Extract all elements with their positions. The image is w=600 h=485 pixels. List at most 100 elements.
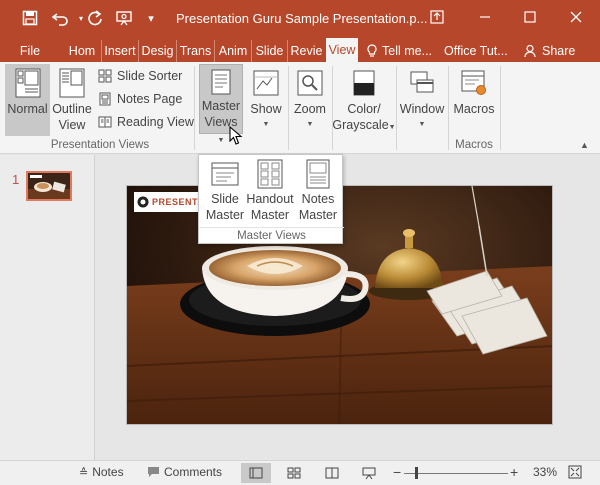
reading-view-button[interactable]: Reading View (98, 115, 194, 129)
tab-home[interactable]: Hom (64, 40, 100, 62)
notes-page-icon (99, 92, 111, 106)
master-views-label-1: Master (201, 99, 241, 113)
chevron-down-icon: ▼ (217, 137, 225, 144)
tab-insert[interactable]: Insert (101, 40, 138, 62)
slide-master-label-1: Slide (211, 192, 239, 206)
minimize-icon[interactable] (470, 4, 500, 30)
slide-show-status-button[interactable] (354, 463, 384, 483)
slide-master-icon (211, 162, 239, 186)
present-icon[interactable] (113, 7, 135, 29)
tab-transitions[interactable]: Trans (176, 40, 214, 62)
group-separator (194, 66, 195, 150)
master-views-dropdown: Slide Master Handout Master Notes Master… (198, 154, 344, 244)
macros-button[interactable]: Macros (450, 64, 498, 117)
group-separator (288, 66, 289, 150)
normal-view-status-button[interactable] (241, 463, 271, 483)
reading-view-label: Reading View (117, 115, 194, 129)
notes-master-label-1: Notes (301, 192, 335, 206)
collapse-ribbon-icon[interactable]: ▲ (580, 140, 589, 150)
notes-master-icon (306, 159, 330, 189)
outline-view-label-2: View (58, 118, 86, 132)
fit-to-window-button[interactable] (568, 465, 582, 479)
handout-master-icon (257, 159, 283, 189)
chevron-down-icon: ▼ (262, 121, 270, 128)
notes-icon: ≙ (79, 466, 89, 479)
window-icon (407, 67, 437, 99)
window-label: Window (399, 102, 445, 116)
zoom-icon (295, 67, 325, 99)
zoom-button[interactable]: Zoom ▼ (292, 64, 328, 133)
slide-master-button[interactable]: Slide Master (202, 159, 248, 223)
slide-sorter-button[interactable]: Slide Sorter (98, 69, 182, 83)
chevron-down-icon: ▼ (306, 121, 314, 128)
reading-view-status-icon (325, 467, 339, 479)
tab-file[interactable]: File (12, 40, 48, 62)
slide-logo-text: PRESENTA (152, 197, 205, 207)
close-icon[interactable] (561, 4, 591, 30)
normal-view-button[interactable]: Normal (5, 64, 50, 136)
tab-slide-show[interactable]: Slide (251, 40, 287, 62)
zoom-slider-thumb[interactable] (415, 467, 418, 479)
window-title: Presentation Guru Sample Presentation.p.… (176, 11, 428, 26)
master-views-button[interactable]: Master Views ▼ (199, 64, 243, 144)
save-icon[interactable] (19, 7, 41, 29)
outline-view-label-1: Outline (52, 102, 92, 116)
outline-view-button[interactable]: Outline View (50, 64, 94, 133)
show-label: Show (250, 102, 282, 116)
slide-sorter-status-button[interactable] (279, 463, 309, 483)
notes-label: Notes (92, 465, 124, 479)
normal-view-icon (13, 67, 43, 99)
normal-view-label: Normal (7, 102, 48, 116)
slide-master-label-2: Master (205, 208, 245, 222)
status-bar: ≙ Notes Comments − + 33% (0, 460, 600, 485)
tab-office-tutorials[interactable]: Office Tut... (444, 40, 516, 62)
group-separator (448, 66, 449, 150)
show-button[interactable]: Show ▼ (246, 64, 286, 133)
macros-icon (459, 67, 489, 99)
lightbulb-icon (367, 44, 377, 57)
zoom-out-button[interactable]: − (393, 464, 401, 480)
redo-icon[interactable] (84, 7, 106, 29)
handout-master-button[interactable]: Handout Master (246, 159, 294, 223)
notes-master-button[interactable]: Notes Master (295, 159, 341, 223)
zoom-slider[interactable] (404, 473, 508, 474)
comments-icon (148, 467, 159, 477)
tab-view[interactable]: View (326, 38, 358, 62)
slide-number: 1 (12, 172, 20, 187)
show-icon (251, 67, 281, 99)
slide-thumbnail[interactable] (26, 171, 72, 201)
zoom-in-button[interactable]: + (510, 464, 518, 480)
maximize-icon[interactable] (515, 4, 545, 30)
share-label: Share (542, 44, 576, 58)
normal-view-status-icon (249, 467, 263, 479)
zoom-level[interactable]: 33% (533, 465, 557, 479)
group-separator (396, 66, 397, 150)
color-grayscale-icon (349, 67, 379, 99)
notes-toggle-button[interactable]: ≙ Notes (79, 465, 124, 479)
ribbon-tab-bar: File Hom Insert Desig Trans Anim Slide R… (0, 36, 600, 62)
undo-icon[interactable] (50, 7, 72, 29)
window-button[interactable]: Window ▼ (398, 64, 446, 133)
color-grayscale-button[interactable]: Color/ Grayscale▼ (332, 64, 396, 136)
color-grayscale-label-1: Color/ (347, 102, 381, 116)
tab-animations[interactable]: Anim (214, 40, 251, 62)
fit-to-window-icon (568, 465, 582, 479)
customize-icon[interactable]: ▾ (140, 7, 162, 29)
reading-view-status-button[interactable] (317, 463, 347, 483)
master-views-group-label: Master Views (199, 227, 344, 242)
tab-review[interactable]: Revie (287, 40, 325, 62)
chevron-down-icon: ▼ (388, 124, 396, 131)
tab-design[interactable]: Desig (138, 40, 176, 62)
notes-master-label-2: Master (298, 208, 338, 222)
tell-me-search[interactable]: Tell me... (366, 40, 436, 62)
reading-view-icon (98, 116, 112, 128)
ribbon-display-icon[interactable] (422, 4, 452, 30)
notes-page-button[interactable]: Notes Page (98, 92, 182, 106)
slide-sorter-status-icon (287, 467, 301, 479)
tell-me-label: Tell me... (382, 44, 433, 58)
chevron-down-icon: ▼ (418, 121, 426, 128)
slide-show-icon (362, 467, 376, 479)
comments-toggle-button[interactable]: Comments (147, 465, 222, 479)
macros-label: Macros (453, 102, 495, 116)
share-button[interactable]: Share (524, 40, 580, 62)
